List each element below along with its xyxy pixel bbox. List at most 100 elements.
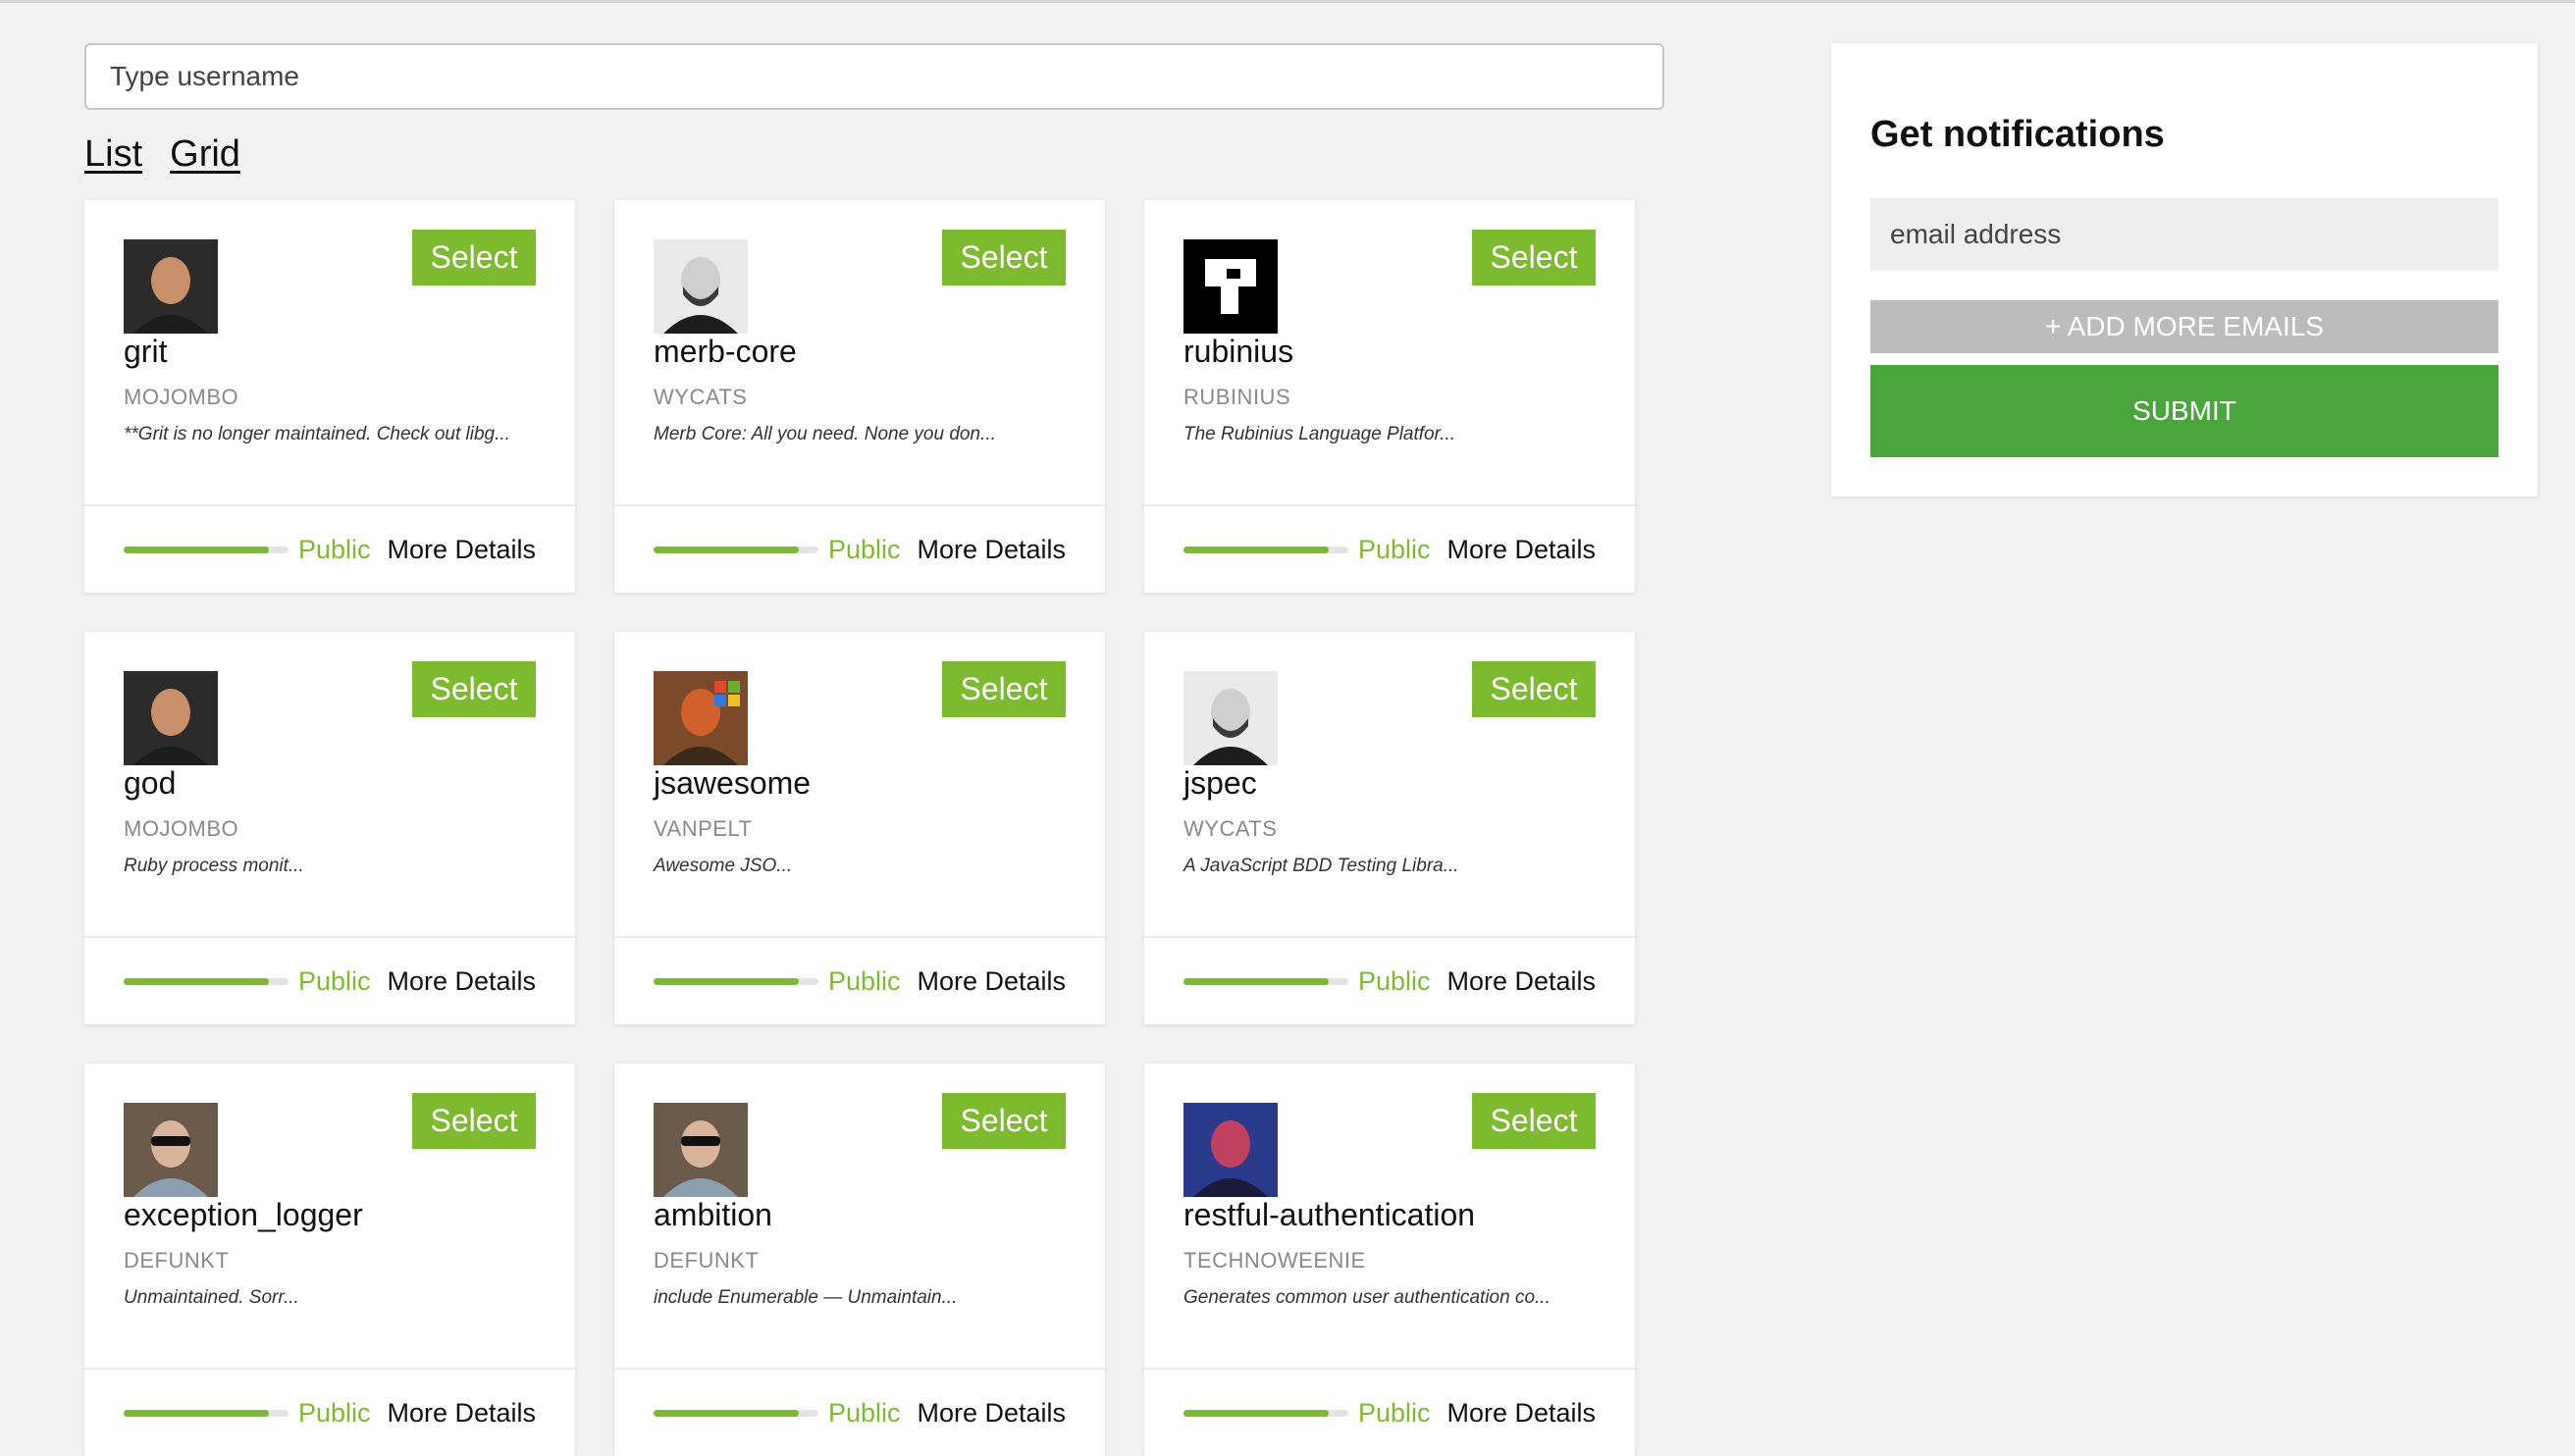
notifications-panel: Get notifications + ADD MORE EMAILS SUBM… [1831,43,2538,496]
card-footer: Public More Details [1144,504,1635,593]
repo-description: Merb Core: All you need. None you don... [654,424,996,444]
select-button[interactable]: Select [942,661,1066,717]
card-footer: Public More Details [614,1368,1105,1456]
repo-description: include Enumerable — Unmaintain... [654,1287,958,1308]
progress-bar [1183,977,1348,985]
progress-fill [1183,546,1329,553]
repo-card: Select grit MOJOMBO **Grit is no longer mai… [84,200,575,593]
more-details-link[interactable]: More Details [1446,966,1596,997]
more-details-link[interactable]: More Details [387,535,536,565]
repo-name[interactable]: jsawesome [654,765,811,802]
select-button[interactable]: Select [1472,230,1596,286]
repo-name[interactable]: god [124,765,176,802]
repo-description: Unmaintained. Sorr... [124,1287,299,1308]
repo-card: Select jsawesome VANPELT Awesome JSO... Publ… [614,632,1105,1024]
more-details-link[interactable]: More Details [387,1398,536,1429]
visibility-label: Public [1358,534,1431,564]
repo-card: Select exception_logger DEFUNKT Unmaintaine… [84,1064,575,1456]
more-details-link[interactable]: More Details [917,1398,1066,1429]
repo-grid: Select grit MOJOMBO **Grit is no longer mai… [84,200,1635,1456]
username-search-input[interactable] [86,45,1662,108]
progress-fill [124,977,269,985]
card-footer: Public More Details [84,1368,575,1456]
repo-owner: DEFUNKT [654,1248,760,1273]
repo-owner: MOJOMBO [124,385,239,409]
progress-fill [654,546,799,553]
visibility-label: Public [298,534,371,564]
visibility-label: Public [828,534,901,564]
visibility-label: Public [828,965,901,996]
more-details-link[interactable]: More Details [387,966,536,997]
progress-bar [124,977,289,985]
repo-owner: WYCATS [654,385,748,409]
card-footer: Public More Details [1144,936,1635,1024]
repo-name[interactable]: grit [124,334,167,370]
repo-description: A JavaScript BDD Testing Libra... [1183,856,1459,876]
repo-card: Select merb-core WYCATS Merb Core: All you … [614,200,1105,593]
submit-button[interactable]: SUBMIT [1870,365,2498,457]
avatar-image [124,239,218,334]
avatar-image [124,1103,218,1197]
repo-description: Generates common user authentication co.… [1183,1287,1550,1308]
repo-owner: DEFUNKT [124,1248,230,1273]
card-footer: Public More Details [84,504,575,593]
visibility-label: Public [298,1397,371,1428]
repo-name[interactable]: exception_logger [124,1197,363,1233]
view-toggle: List Grid [84,133,240,182]
card-footer: Public More Details [614,504,1105,593]
select-button[interactable]: Select [1472,1093,1596,1149]
add-more-emails-button[interactable]: + ADD MORE EMAILS [1870,300,2498,353]
avatar-image [1183,671,1278,765]
repo-description: Awesome JSO... [654,856,793,876]
select-button[interactable]: Select [412,230,536,286]
select-button[interactable]: Select [942,230,1066,286]
progress-fill [654,977,799,985]
grid-view-link[interactable]: Grid [170,133,240,182]
more-details-link[interactable]: More Details [917,966,1066,997]
avatar-image [1183,239,1278,334]
progress-fill [1183,977,1329,985]
avatar-image [1183,1103,1278,1197]
progress-bar [1183,546,1348,553]
repo-name[interactable]: ambition [654,1197,772,1233]
repo-owner: RUBINIUS [1183,385,1291,409]
notifications-title: Get notifications [1870,114,2165,155]
avatar-image [654,239,748,334]
progress-bar [124,1409,289,1417]
avatar-image [654,1103,748,1197]
repo-card: Select jspec WYCATS A JavaScript BDD Testin… [1144,632,1635,1024]
card-footer: Public More Details [614,936,1105,1024]
repo-card: Select ambition DEFUNKT include Enumerable … [614,1064,1105,1456]
repo-name[interactable]: jspec [1183,765,1257,802]
list-view-link[interactable]: List [84,133,142,182]
select-button[interactable]: Select [412,1093,536,1149]
progress-fill [1183,1409,1329,1417]
email-address-input[interactable] [1870,198,2498,271]
progress-fill [124,1409,269,1417]
repo-name[interactable]: merb-core [654,334,797,370]
username-search-box[interactable] [84,43,1664,110]
card-footer: Public More Details [1144,1368,1635,1456]
progress-bar [654,546,818,553]
visibility-label: Public [298,965,371,996]
repo-name[interactable]: rubinius [1183,334,1293,370]
avatar-image [654,671,748,765]
select-button[interactable]: Select [1472,661,1596,717]
visibility-label: Public [1358,965,1431,996]
repo-description: Ruby process monit... [124,856,304,876]
repo-description: **Grit is no longer maintained. Check ou… [124,424,510,444]
repo-name[interactable]: restful-authentication [1183,1197,1475,1233]
repo-card: Select rubinius RUBINIUS The Rubinius Langu… [1144,200,1635,593]
select-button[interactable]: Select [942,1093,1066,1149]
more-details-link[interactable]: More Details [1446,535,1596,565]
card-footer: Public More Details [84,936,575,1024]
visibility-label: Public [828,1397,901,1428]
progress-fill [654,1409,799,1417]
repo-description: The Rubinius Language Platfor... [1183,424,1456,444]
repo-owner: VANPELT [654,816,753,841]
progress-bar [124,546,289,553]
more-details-link[interactable]: More Details [917,535,1066,565]
more-details-link[interactable]: More Details [1446,1398,1596,1429]
select-button[interactable]: Select [412,661,536,717]
visibility-label: Public [1358,1397,1431,1428]
